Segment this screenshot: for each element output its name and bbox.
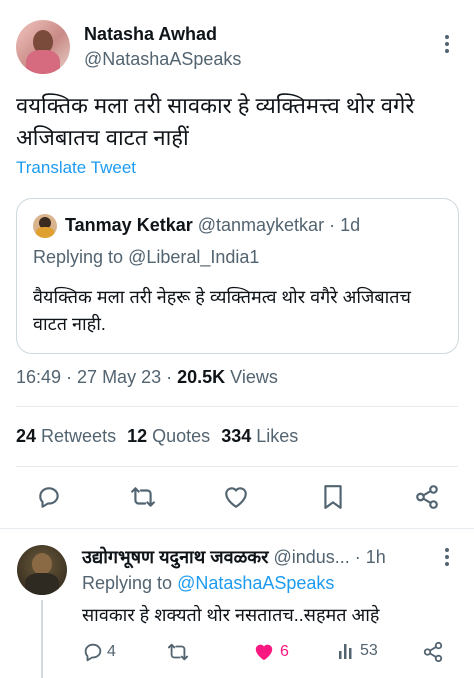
quotes-label: Quotes [147,426,211,446]
quoted-replying-handle: @Liberal_India1 [128,247,260,267]
reply-replying-to: Replying to @NatashaASpeaks [82,573,334,594]
quoted-author-handle: @tanmayketkar [197,215,325,235]
retweets-stat[interactable]: 24 Retweets [16,426,116,446]
reply-author-name[interactable]: उद्योगभूषण यदुनाथ जवळकर [82,547,268,567]
reply-more-icon[interactable] [444,547,450,567]
retweet-icon[interactable] [129,484,157,510]
quoted-tweet-text: वैयक्तिक मला तरी नेहरू हे व्यक्तिमत्व थो… [33,284,453,338]
divider [16,406,458,407]
reply-views-count: 53 [360,642,378,659]
share-icon[interactable] [414,484,440,510]
quoted-author-avatar [33,214,57,238]
reply-icon [82,641,104,663]
divider [0,528,474,529]
retweets-label: Retweets [36,426,117,446]
reply-author-line: उद्योगभूषण यदुनाथ जवळकर @indus... · 1h [82,545,386,569]
tweet-meta: 16:49 · 27 May 23 · 20.5K Views [16,367,278,388]
divider [16,466,458,467]
quoted-text-line: वैयक्तिक मला तरी नेहरू हे व्यक्तिमत्व थो… [33,287,411,307]
like-icon[interactable] [223,485,249,509]
tweet-timestamp[interactable]: 16:49 · 27 May 23 · [16,367,177,387]
reply-like-action[interactable]: 6 [253,642,289,662]
reply-text: सावकार हे शक्यतो थोर नसतातच..सहमत आहे [82,605,380,625]
bookmark-icon[interactable] [322,484,344,510]
reply-replies-count: 4 [107,643,116,660]
quotes-stat[interactable]: 12 Quotes [127,426,210,446]
reply-retweet-icon[interactable] [166,641,190,663]
likes-stat[interactable]: 334 Likes [221,426,298,446]
reply-replies-action[interactable]: 4 [82,641,116,663]
tweet-text-line: अजिबातच वाटत नाहीं [16,125,189,150]
reply-views-action[interactable]: 53 [338,642,378,660]
reply-replying-prefix: Replying to [82,573,178,593]
more-icon[interactable] [444,34,450,54]
reply-icon[interactable] [36,484,62,510]
liked-heart-icon [253,642,275,662]
views-label: Views [225,367,278,387]
views-icon [338,642,356,660]
reply-replying-handle[interactable]: @NatashaASpeaks [177,573,334,593]
quoted-author-line: Tanmay Ketkar @tanmayketkar · 1d [65,215,360,236]
quoted-text-line: वाटत नाही. [33,314,106,334]
views-count: 20.5K [177,367,226,387]
quoted-replying-prefix: Replying to [33,247,129,267]
reply-share-icon[interactable] [422,641,444,663]
thread-line [41,600,43,678]
author-handle[interactable]: @NatashaASpeaks [84,49,241,70]
engagement-stats: 24 Retweets 12 Quotes 334 Likes [16,426,298,447]
reply-time: · 1h [349,547,386,567]
tweet-text-line: वयक्तिक मला तरी सावकार हे व्यक्तिमत्त्व … [16,93,415,118]
reply-author-handle[interactable]: @indus... [273,547,349,567]
translate-tweet-link[interactable]: Translate Tweet [16,158,136,178]
tweet-text: वयक्तिक मला तरी सावकार हे व्यक्तिमत्त्व … [16,90,466,154]
likes-label: Likes [251,426,299,446]
reply-author-avatar[interactable] [17,545,67,595]
quoted-replying-to: Replying to @Liberal_India1 [33,247,259,268]
retweets-count: 24 [16,426,37,446]
author-avatar[interactable] [16,20,70,74]
author-name[interactable]: Natasha Awhad [84,24,217,45]
reply-likes-count: 6 [280,643,289,660]
quotes-count: 12 [127,426,148,446]
quoted-author-name: Tanmay Ketkar [65,215,193,235]
quoted-time: · 1d [324,215,361,235]
likes-count: 334 [221,426,252,446]
